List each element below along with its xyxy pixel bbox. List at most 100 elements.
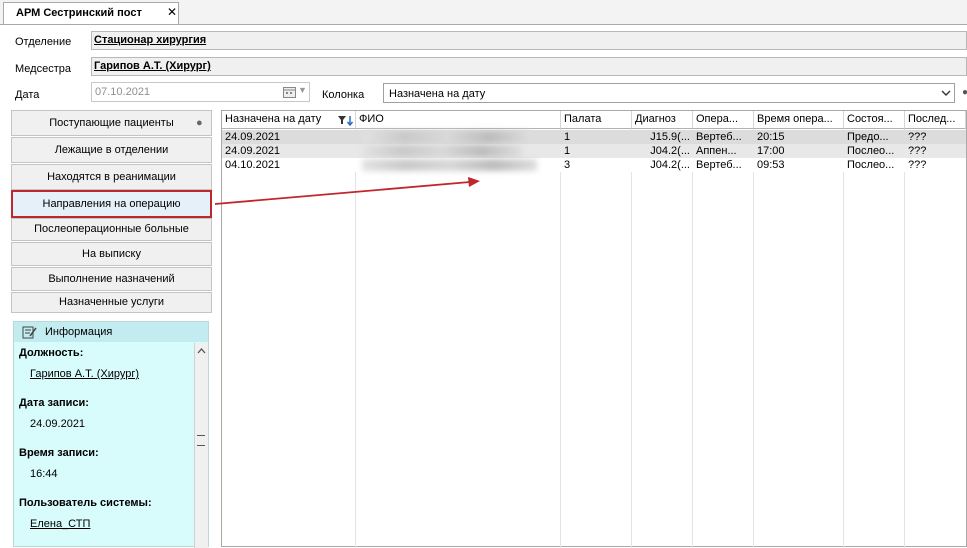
col-header-last[interactable]: Послед...: [905, 111, 966, 129]
tab-nurse-post[interactable]: АРМ Сестринский пост ✕: [3, 2, 179, 24]
cell-state: Послео...: [847, 159, 895, 171]
cell-operation: Аппен...: [696, 145, 737, 157]
grid-line: [560, 129, 561, 548]
filter-sort-icon[interactable]: [338, 115, 354, 126]
cell-last: ???: [908, 131, 927, 143]
cell-diagnosis: J04.2(...: [650, 145, 690, 157]
date-input[interactable]: 07.10.2021 ▼: [91, 82, 310, 102]
nurse-label: Медсестра: [15, 63, 71, 75]
position-label: Должность:: [19, 347, 84, 359]
nurse-value: Гарипов А.Т. (Хирург): [94, 60, 211, 72]
col-header-name[interactable]: ФИО: [356, 111, 561, 129]
col-header-label: Назначена на дату: [225, 113, 322, 125]
nav-in-icu[interactable]: Находятся в реанимации: [11, 164, 212, 190]
chevron-up-icon[interactable]: [197, 348, 206, 354]
grid-line: [904, 129, 905, 548]
cell-last: ???: [908, 159, 927, 171]
col-header-op-time[interactable]: Время опера...: [754, 111, 844, 129]
nav-label: Находятся в реанимации: [47, 171, 176, 183]
nav-label: Послеоперационные больные: [34, 223, 189, 235]
cell-name-redacted: [362, 131, 532, 143]
department-label: Отделение: [15, 36, 72, 48]
cell-op-time: 09:53: [757, 159, 785, 171]
close-icon[interactable]: ✕: [167, 5, 177, 19]
department-field: Стационар хирургия: [91, 31, 967, 50]
nav-label: Лежащие в отделении: [54, 144, 169, 156]
col-header-state[interactable]: Состоя...: [844, 111, 905, 129]
col-header-diagnosis[interactable]: Диагноз: [632, 111, 693, 129]
col-header-label: Состоя...: [847, 113, 893, 125]
nav-postop-patients[interactable]: Послеоперационные больные: [11, 218, 212, 241]
nav-in-department[interactable]: Лежащие в отделении: [11, 137, 212, 163]
col-header-operation[interactable]: Опера...: [693, 111, 754, 129]
nav-prescriptions[interactable]: Выполнение назначений: [11, 267, 212, 291]
nav-label: Поступающие пациенты: [49, 117, 174, 129]
cell-diagnosis: J04.2(...: [650, 159, 690, 171]
col-header-label: Время опера...: [757, 113, 833, 125]
nurse-field: Гарипов А.Т. (Хирург): [91, 57, 967, 76]
info-panel: Информация Должность: Гарипов А.Т. (Хиру…: [13, 321, 209, 548]
record-time-label: Время записи:: [19, 447, 99, 459]
cell-date: 04.10.2021: [225, 159, 281, 171]
scroll-grip-icon[interactable]: [197, 435, 205, 446]
col-header-label: Диагноз: [635, 113, 676, 125]
info-header[interactable]: Информация: [14, 322, 208, 342]
chevron-down-icon[interactable]: ▼: [298, 85, 307, 95]
cell-ward: 1: [564, 145, 571, 157]
nav-surgery-referrals[interactable]: Направления на операцию: [11, 190, 212, 218]
nav-assigned-services[interactable]: Назначенные услуги: [11, 292, 212, 313]
partial-icon: ●: [962, 87, 967, 98]
col-header-ward[interactable]: Палата: [561, 111, 632, 129]
grid-line: [843, 129, 844, 548]
column-select[interactable]: Назначена на дату: [383, 83, 955, 103]
table-row[interactable]: 04.10.2021 3 J04.2(... Вертеб... 09:53 П…: [222, 158, 966, 172]
position-value[interactable]: Гарипов А.Т. (Хирург): [30, 368, 139, 380]
nav-label: Выполнение назначений: [48, 273, 175, 285]
cell-state: Предо...: [847, 131, 889, 143]
patients-grid: Назначена на дату ФИО Палата Диагноз Опе…: [221, 110, 967, 548]
table-row[interactable]: 24.09.2021 1 J04.2(... Аппен... 17:00 По…: [222, 144, 966, 158]
cell-date: 24.09.2021: [225, 131, 281, 143]
col-header-label: Послед...: [908, 113, 956, 125]
grid-line: [355, 129, 356, 548]
cell-diagnosis: J15.9(...: [650, 131, 690, 143]
col-header-label: ФИО: [359, 113, 384, 125]
date-label: Дата: [15, 89, 40, 101]
grid-line: [753, 129, 754, 548]
nav-label: На выписку: [82, 248, 141, 260]
tab-title: АРМ Сестринский пост: [16, 7, 142, 19]
info-title: Информация: [45, 326, 113, 338]
calendar-icon[interactable]: [283, 86, 297, 98]
cell-name-redacted: [362, 159, 537, 171]
nav-label: Назначенные услуги: [59, 296, 164, 308]
chevron-down-icon[interactable]: [941, 90, 951, 97]
cell-date: 24.09.2021: [225, 145, 281, 157]
info-scrollbar[interactable]: [194, 343, 208, 548]
user-label: Пользователь системы:: [19, 497, 152, 509]
status-dot-icon: ●: [196, 117, 203, 129]
cell-operation: Вертеб...: [696, 131, 742, 143]
cell-last: ???: [908, 145, 927, 157]
column-value: Назначена на дату: [389, 88, 486, 100]
cell-op-time: 20:15: [757, 131, 785, 143]
nav-incoming-patients[interactable]: Поступающие пациенты ●: [11, 110, 212, 136]
department-value: Стационар хирургия: [94, 34, 207, 46]
user-value[interactable]: Елена_СТП: [30, 518, 90, 530]
col-header-label: Палата: [564, 113, 602, 125]
record-date-value: 24.09.2021: [30, 418, 86, 430]
record-date-label: Дата записи:: [19, 397, 89, 409]
grid-line: [631, 129, 632, 548]
cell-name-redacted: [362, 145, 522, 157]
cell-state: Послео...: [847, 145, 895, 157]
cell-ward: 1: [564, 131, 571, 143]
grid-line: [692, 129, 693, 548]
col-header-date[interactable]: Назначена на дату: [222, 111, 356, 129]
col-header-label: Опера...: [696, 113, 739, 125]
cell-ward: 3: [564, 159, 571, 171]
date-value: 07.10.2021: [95, 86, 151, 98]
column-label: Колонка: [322, 89, 365, 101]
table-row[interactable]: 24.09.2021 1 J15.9(... Вертеб... 20:15 П…: [222, 130, 966, 144]
nav-discharge[interactable]: На выписку: [11, 242, 212, 266]
edit-note-icon: [22, 326, 37, 339]
record-time-value: 16:44: [30, 468, 58, 480]
